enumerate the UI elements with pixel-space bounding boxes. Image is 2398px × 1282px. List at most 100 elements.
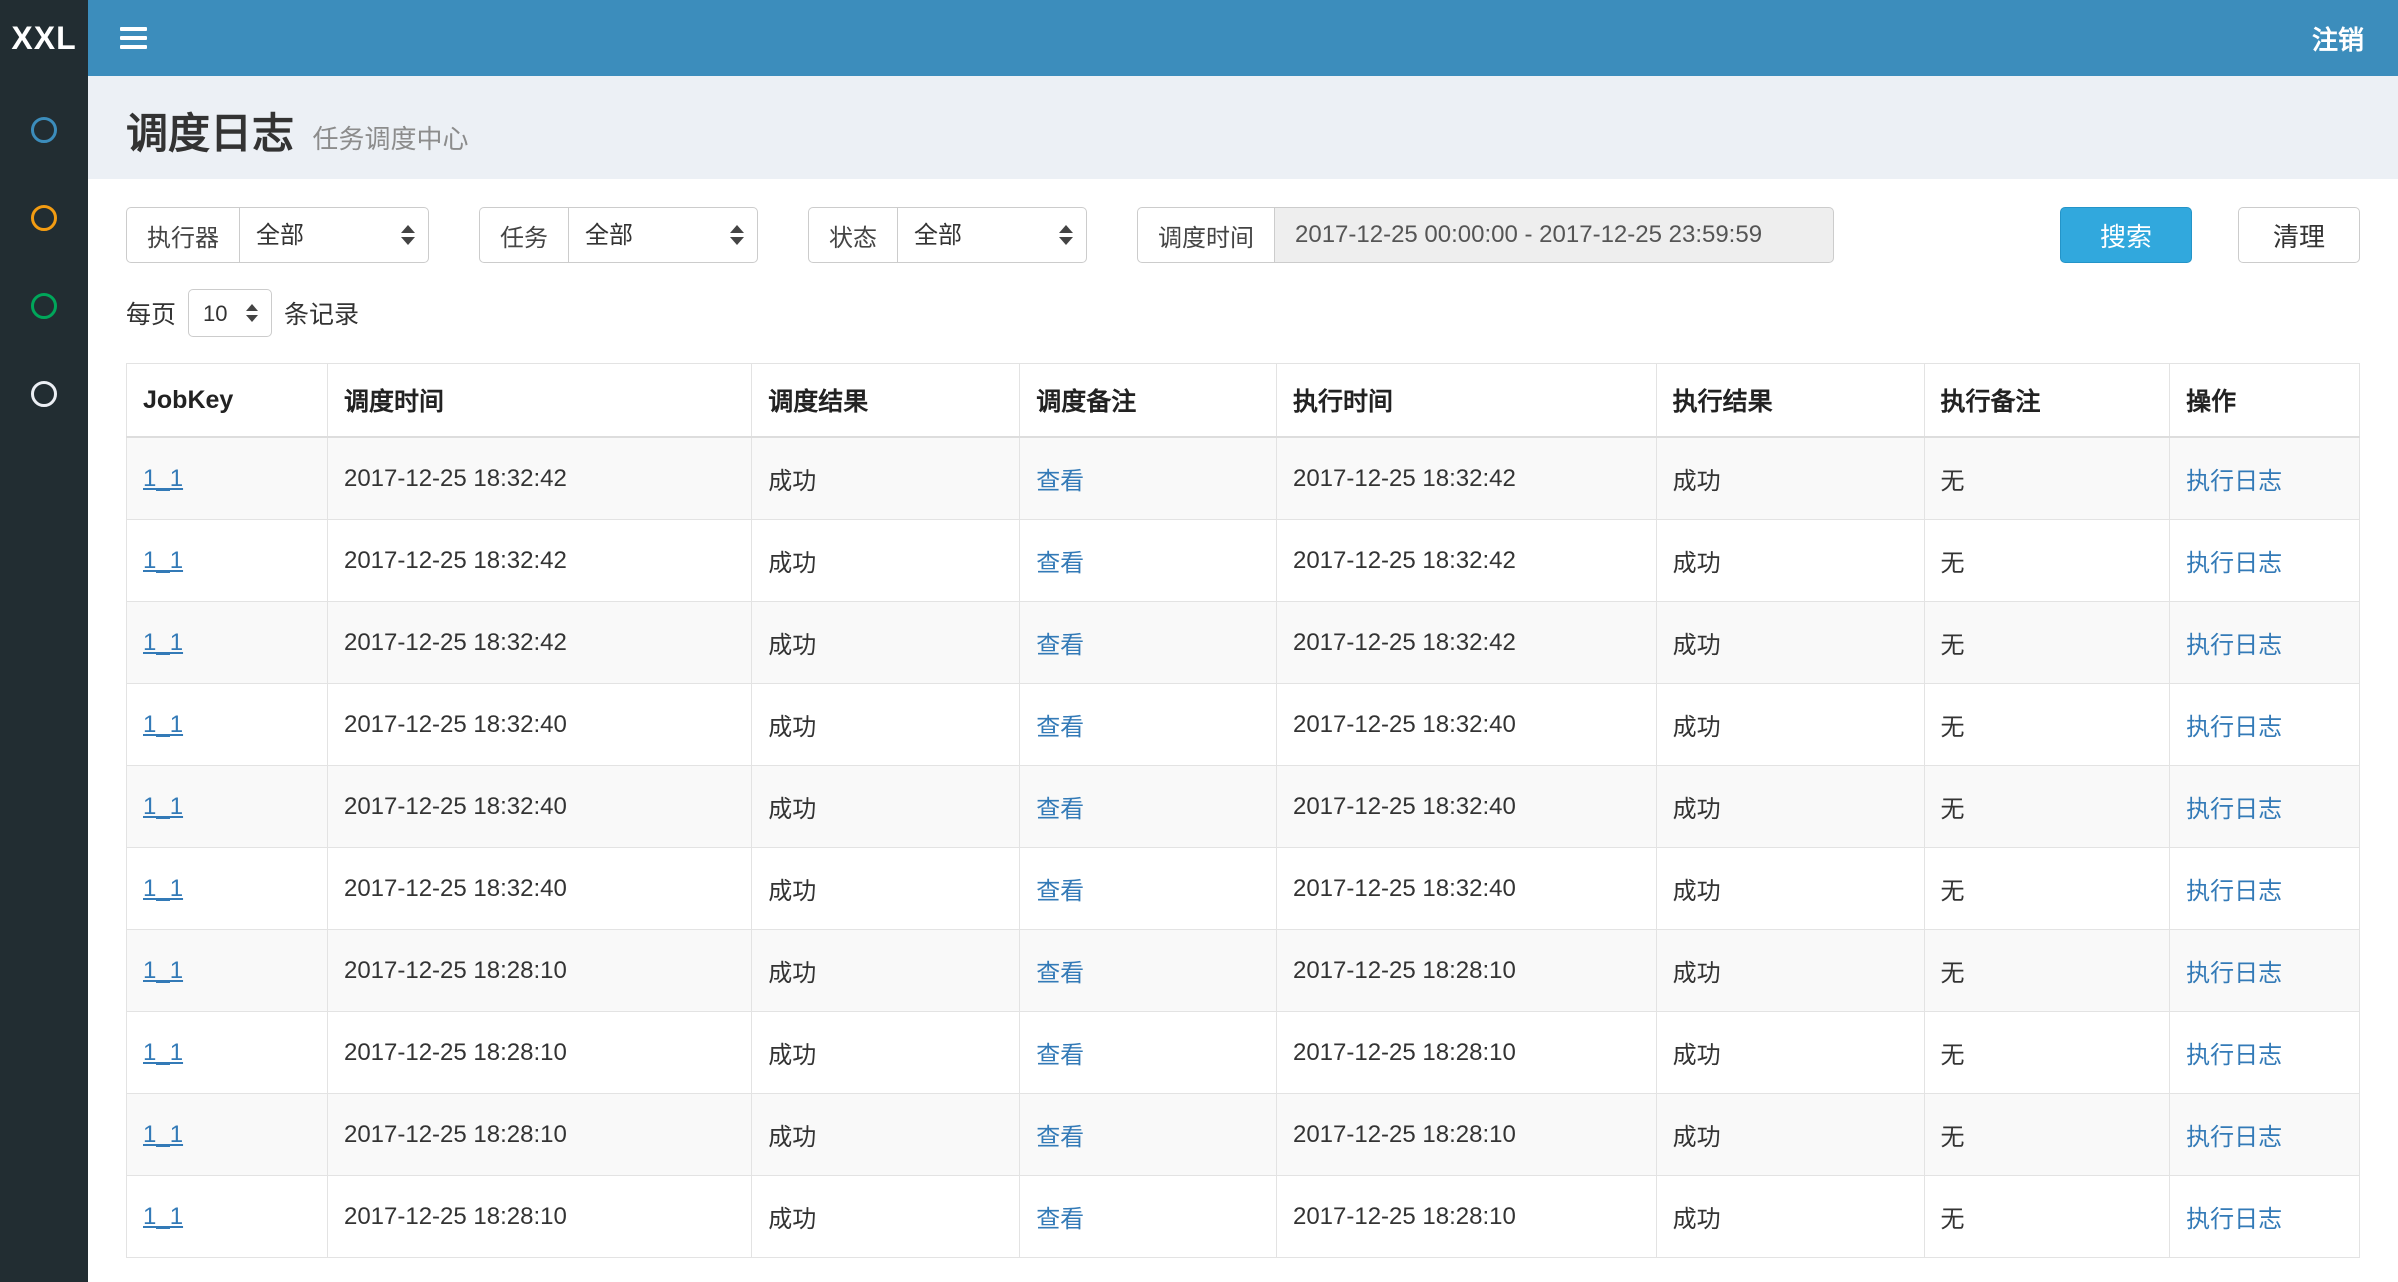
handle-msg-cell: 无: [1924, 1176, 2170, 1258]
trigger-msg-link[interactable]: 查看: [1036, 1042, 1084, 1069]
filter-job-label: 任务: [479, 207, 568, 263]
jobkey-link[interactable]: 1_1: [143, 957, 183, 984]
col-handle-result: 执行结果: [1656, 364, 1924, 438]
trigger-msg-link[interactable]: 查看: [1036, 1206, 1084, 1233]
trigger-msg-link[interactable]: 查看: [1036, 1124, 1084, 1151]
filter-time-label: 调度时间: [1137, 207, 1274, 263]
circle-o-icon: [31, 205, 57, 231]
circle-o-icon: [31, 381, 57, 407]
jobkey-link[interactable]: 1_1: [143, 793, 183, 820]
exec-log-link[interactable]: 执行日志: [2186, 550, 2282, 577]
handle-result-cell: 成功: [1656, 684, 1924, 766]
col-action: 操作: [2170, 364, 2360, 438]
table-row: 1_1 2017-12-25 18:28:10 成功 查看 2017-12-25…: [127, 1176, 2360, 1258]
handle-result-cell: 成功: [1656, 520, 1924, 602]
trigger-result-cell: 成功: [752, 766, 1020, 848]
handle-msg-cell: 无: [1924, 437, 2170, 520]
handle-result-cell: 成功: [1656, 1012, 1924, 1094]
app-logo[interactable]: XXL: [0, 0, 88, 76]
trigger-result-cell: 成功: [752, 930, 1020, 1012]
handle-result-cell: 成功: [1656, 848, 1924, 930]
table-row: 1_1 2017-12-25 18:32:42 成功 查看 2017-12-25…: [127, 602, 2360, 684]
col-jobkey: JobKey: [127, 364, 328, 438]
per-page-select[interactable]: 10: [188, 289, 272, 337]
table-row: 1_1 2017-12-25 18:32:40 成功 查看 2017-12-25…: [127, 848, 2360, 930]
trigger-result-cell: 成功: [752, 1012, 1020, 1094]
sidebar-item-job-log[interactable]: [0, 262, 88, 350]
filter-executor-group: 执行器 全部: [126, 207, 429, 263]
trigger-msg-link[interactable]: 查看: [1036, 714, 1084, 741]
handle-msg-cell: 无: [1924, 520, 2170, 602]
table-row: 1_1 2017-12-25 18:32:40 成功 查看 2017-12-25…: [127, 684, 2360, 766]
col-trigger-time: 调度时间: [327, 364, 751, 438]
exec-log-link[interactable]: 执行日志: [2186, 960, 2282, 987]
jobkey-link[interactable]: 1_1: [143, 875, 183, 902]
filter-status-label: 状态: [808, 207, 897, 263]
filter-job-select[interactable]: 全部: [568, 207, 758, 263]
table-row: 1_1 2017-12-25 18:32:42 成功 查看 2017-12-25…: [127, 520, 2360, 602]
exec-log-link[interactable]: 执行日志: [2186, 1206, 2282, 1233]
handle-result-cell: 成功: [1656, 1094, 1924, 1176]
table-row: 1_1 2017-12-25 18:28:10 成功 查看 2017-12-25…: [127, 1012, 2360, 1094]
handle-time-cell: 2017-12-25 18:32:42: [1276, 437, 1656, 520]
trigger-result-cell: 成功: [752, 684, 1020, 766]
trigger-msg-link[interactable]: 查看: [1036, 878, 1084, 905]
exec-log-link[interactable]: 执行日志: [2186, 878, 2282, 905]
handle-msg-cell: 无: [1924, 684, 2170, 766]
handle-result-cell: 成功: [1656, 1176, 1924, 1258]
handle-time-cell: 2017-12-25 18:28:10: [1276, 1094, 1656, 1176]
filter-status-select[interactable]: 全部: [897, 207, 1087, 263]
exec-log-link[interactable]: 执行日志: [2186, 1042, 2282, 1069]
jobkey-link[interactable]: 1_1: [143, 1203, 183, 1230]
logout-link[interactable]: 注销: [2312, 20, 2364, 57]
handle-time-cell: 2017-12-25 18:28:10: [1276, 930, 1656, 1012]
jobkey-link[interactable]: 1_1: [143, 1039, 183, 1066]
jobkey-link[interactable]: 1_1: [143, 547, 183, 574]
filter-time-group: 调度时间: [1137, 207, 1834, 263]
jobkey-link[interactable]: 1_1: [143, 1121, 183, 1148]
handle-result-cell: 成功: [1656, 766, 1924, 848]
col-handle-time: 执行时间: [1276, 364, 1656, 438]
exec-log-link[interactable]: 执行日志: [2186, 796, 2282, 823]
search-button[interactable]: 搜索: [2060, 207, 2192, 263]
page-title: 调度日志: [126, 110, 294, 157]
trigger-msg-link[interactable]: 查看: [1036, 796, 1084, 823]
top-navbar: XXL 注销: [0, 0, 2398, 76]
clear-button[interactable]: 清理: [2238, 207, 2360, 263]
exec-log-link[interactable]: 执行日志: [2186, 1124, 2282, 1151]
table-body: 1_1 2017-12-25 18:32:42 成功 查看 2017-12-25…: [127, 437, 2360, 1258]
main-panel: 执行器 全部 任务 全部 状态: [88, 179, 2398, 1282]
jobkey-link[interactable]: 1_1: [143, 465, 183, 492]
exec-log-link[interactable]: 执行日志: [2186, 468, 2282, 495]
filter-executor-select[interactable]: 全部: [239, 207, 429, 263]
exec-log-link[interactable]: 执行日志: [2186, 714, 2282, 741]
trigger-time-range-input[interactable]: [1274, 207, 1834, 263]
col-trigger-msg: 调度备注: [1020, 364, 1277, 438]
jobkey-link[interactable]: 1_1: [143, 711, 183, 738]
col-trigger-result: 调度结果: [752, 364, 1020, 438]
trigger-time-cell: 2017-12-25 18:28:10: [327, 1094, 751, 1176]
handle-time-cell: 2017-12-25 18:32:40: [1276, 848, 1656, 930]
jobkey-link[interactable]: 1_1: [143, 629, 183, 656]
sidebar-item-dashboard[interactable]: [0, 86, 88, 174]
trigger-msg-link[interactable]: 查看: [1036, 550, 1084, 577]
trigger-result-cell: 成功: [752, 437, 1020, 520]
sidebar-toggle-icon[interactable]: [120, 27, 147, 49]
trigger-result-cell: 成功: [752, 602, 1020, 684]
sidebar-item-executor-manage[interactable]: [0, 350, 88, 438]
table-row: 1_1 2017-12-25 18:32:40 成功 查看 2017-12-25…: [127, 766, 2360, 848]
handle-msg-cell: 无: [1924, 848, 2170, 930]
filter-bar: 执行器 全部 任务 全部 状态: [126, 207, 2360, 263]
trigger-result-cell: 成功: [752, 1176, 1020, 1258]
sidebar-item-job-manage[interactable]: [0, 174, 88, 262]
trigger-msg-link[interactable]: 查看: [1036, 960, 1084, 987]
trigger-time-cell: 2017-12-25 18:32:42: [327, 520, 751, 602]
exec-log-link[interactable]: 执行日志: [2186, 632, 2282, 659]
trigger-msg-link[interactable]: 查看: [1036, 468, 1084, 495]
table-row: 1_1 2017-12-25 18:28:10 成功 查看 2017-12-25…: [127, 930, 2360, 1012]
handle-result-cell: 成功: [1656, 602, 1924, 684]
per-page-suffix: 条记录: [284, 295, 359, 331]
circle-o-icon: [31, 293, 57, 319]
trigger-result-cell: 成功: [752, 848, 1020, 930]
trigger-msg-link[interactable]: 查看: [1036, 632, 1084, 659]
